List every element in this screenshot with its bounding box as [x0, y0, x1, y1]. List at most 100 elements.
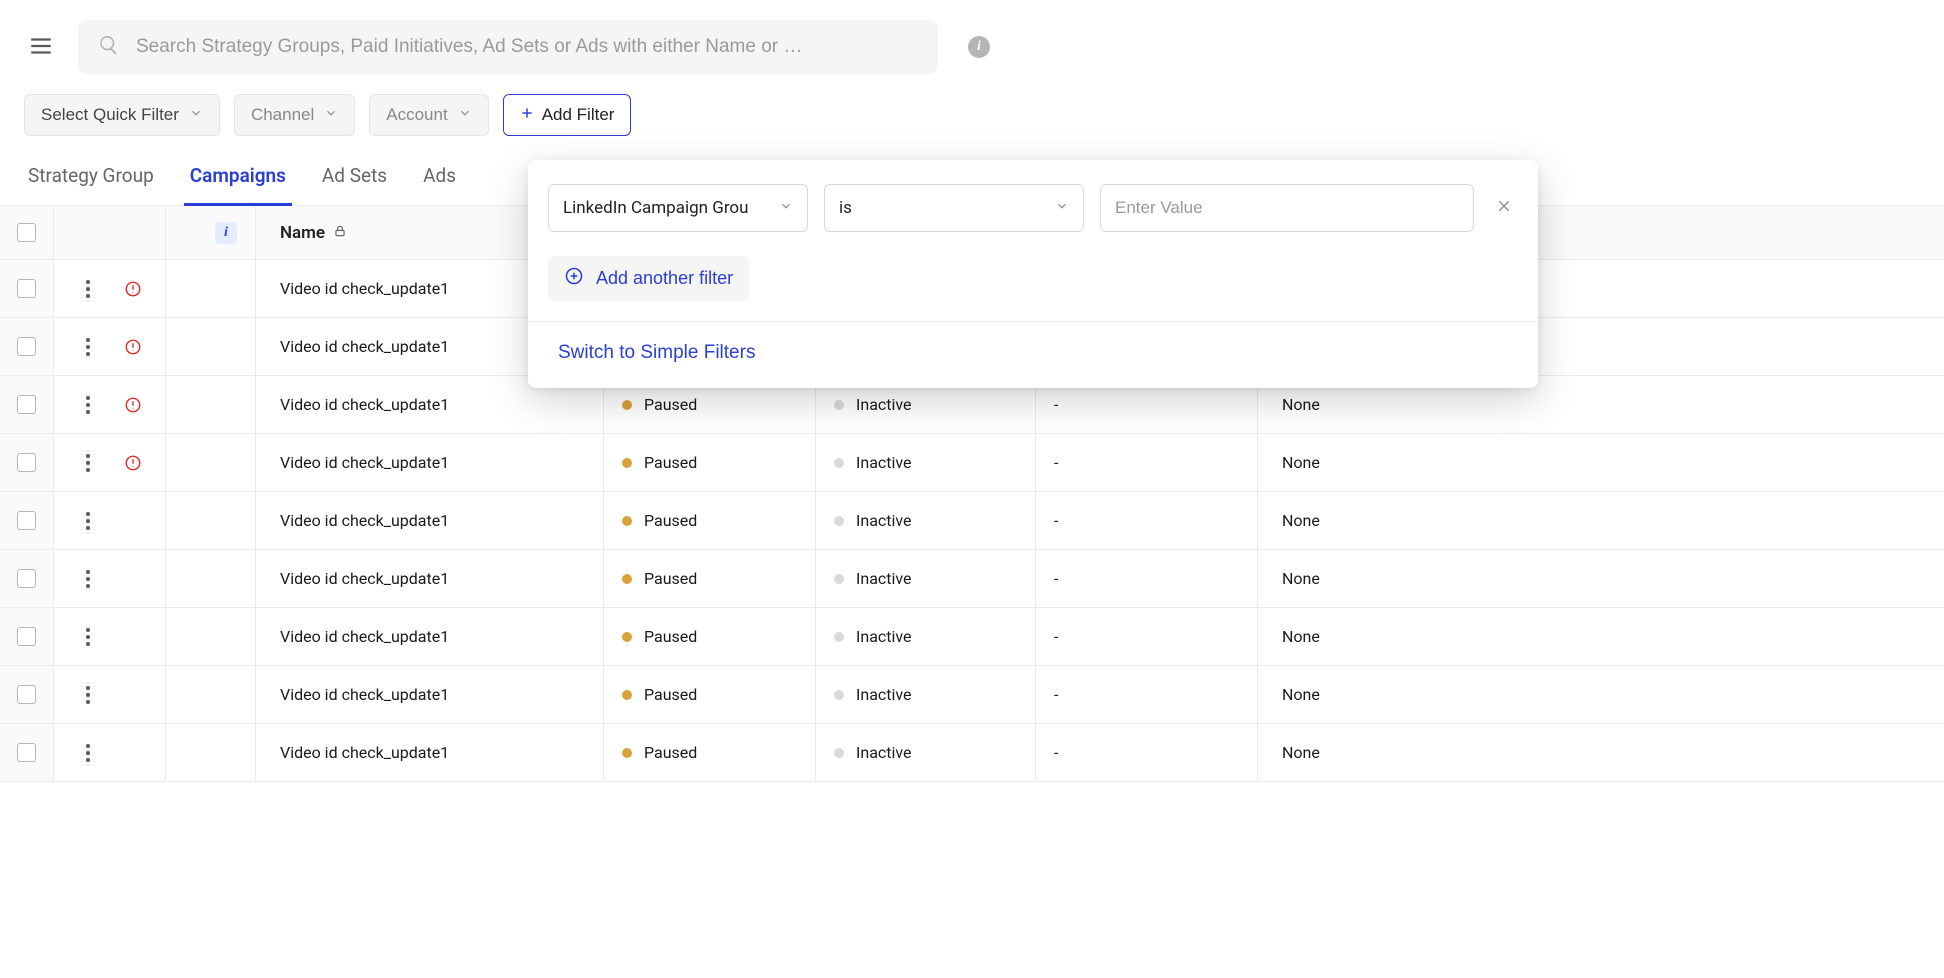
row-status2-cell: Inactive: [816, 492, 1036, 549]
switch-simple-filters-link[interactable]: Switch to Simple Filters: [558, 342, 755, 364]
row-status1-cell: Paused: [604, 724, 816, 781]
row-none: None: [1282, 685, 1320, 704]
row-menu-button[interactable]: [80, 680, 96, 710]
row-status1: Paused: [644, 627, 697, 646]
circle-plus-icon: [564, 266, 584, 291]
status-dot-inactive: [834, 748, 844, 758]
table-row: Video id check_update1 Paused Inactive - Non…: [0, 724, 1944, 782]
row-checkbox-cell: [0, 318, 54, 375]
row-name-cell[interactable]: Video id check_update1: [256, 608, 604, 665]
status-dot-inactive: [834, 690, 844, 700]
filter-value-input[interactable]: [1115, 198, 1459, 218]
row-none: None: [1282, 569, 1320, 588]
row-none: None: [1282, 743, 1320, 762]
chevron-down-icon: [324, 105, 338, 125]
row-checkbox[interactable]: [17, 279, 36, 298]
row-checkbox[interactable]: [17, 685, 36, 704]
row-dash-cell: -: [1036, 550, 1258, 607]
status-dot-inactive: [834, 458, 844, 468]
info-column-icon[interactable]: i: [215, 222, 237, 244]
row-menu-button[interactable]: [80, 332, 96, 362]
filter-condition-row: LinkedIn Campaign Grou is: [528, 184, 1538, 256]
row-checkbox-cell: [0, 434, 54, 491]
row-checkbox[interactable]: [17, 627, 36, 646]
row-info-cell: [166, 434, 256, 491]
row-status2: Inactive: [856, 743, 912, 762]
row-status1: Paused: [644, 569, 697, 588]
search-input[interactable]: [136, 36, 918, 58]
add-filter-button[interactable]: Add Filter: [503, 94, 632, 136]
tab-ads[interactable]: Ads: [419, 156, 460, 205]
table-row: Video id check_update1PausedInactive-Non…: [0, 492, 1944, 550]
row-checkbox[interactable]: [17, 569, 36, 588]
filter-field-value: LinkedIn Campaign Grou: [563, 198, 749, 218]
warning-icon[interactable]: [124, 338, 142, 356]
row-menu-button[interactable]: [80, 274, 96, 304]
row-name-cell[interactable]: Video id check_update1: [256, 434, 604, 491]
row-menu-button[interactable]: [80, 448, 96, 478]
info-icon[interactable]: i: [968, 36, 990, 58]
row-menu-button[interactable]: [80, 506, 96, 536]
select-all-checkbox[interactable]: [17, 223, 36, 242]
account-select[interactable]: Account: [369, 94, 488, 136]
status-dot-paused: [622, 574, 632, 584]
row-menu-button[interactable]: [80, 622, 96, 652]
row-status2: Inactive: [856, 569, 912, 588]
add-another-filter-button[interactable]: Add another filter: [548, 256, 749, 301]
row-checkbox[interactable]: [17, 395, 36, 414]
tab-strategy-group[interactable]: Strategy Group: [24, 156, 158, 205]
table-row: Video id check_update1PausedInactive-Non…: [0, 666, 1944, 724]
row-dash: -: [1054, 743, 1058, 762]
row-name-cell[interactable]: Video id check_update1: [256, 492, 604, 549]
header-checkbox-cell: [0, 206, 54, 259]
hamburger-button[interactable]: [24, 29, 58, 66]
row-status1-cell: Paused: [604, 666, 816, 723]
row-menu-button[interactable]: [80, 390, 96, 420]
row-checkbox[interactable]: [17, 743, 36, 762]
row-dash: -: [1054, 511, 1058, 530]
row-actions-cell: [54, 550, 166, 607]
chevron-down-icon: [458, 105, 472, 125]
row-none: None: [1282, 511, 1320, 530]
chevron-down-icon: [1055, 198, 1069, 218]
row-dash: -: [1054, 685, 1058, 704]
filter-value-input-wrapper: [1100, 184, 1474, 232]
row-checkbox[interactable]: [17, 337, 36, 356]
remove-filter-button[interactable]: [1490, 192, 1518, 224]
row-name-cell[interactable]: Video id check_update1: [256, 550, 604, 607]
row-checkbox[interactable]: [17, 453, 36, 472]
channel-select[interactable]: Channel: [234, 94, 355, 136]
row-actions-cell: [54, 666, 166, 723]
row-menu-button[interactable]: [80, 564, 96, 594]
row-dash-cell: -: [1036, 724, 1258, 781]
tab-campaigns[interactable]: Campaigns: [186, 156, 290, 205]
row-status2: Inactive: [856, 453, 912, 472]
row-status1: Paused: [644, 743, 697, 762]
row-name: Video id check_update1: [280, 569, 449, 588]
filter-operator-value: is: [839, 198, 852, 218]
row-dash-cell: -: [1036, 608, 1258, 665]
row-dash-cell: -: [1036, 666, 1258, 723]
row-none: None: [1282, 453, 1320, 472]
warning-icon[interactable]: [124, 280, 142, 298]
row-checkbox-cell: [0, 260, 54, 317]
row-name-cell[interactable]: Video id check_update1: [256, 666, 604, 723]
row-name: Video id check_update1: [280, 743, 449, 762]
row-checkbox[interactable]: [17, 511, 36, 530]
row-name-cell[interactable]: Video id check_update1: [256, 724, 604, 781]
tab-ad-sets[interactable]: Ad Sets: [318, 156, 391, 205]
warning-icon[interactable]: [124, 396, 142, 414]
row-info-cell: [166, 492, 256, 549]
row-status2: Inactive: [856, 627, 912, 646]
row-status1: Paused: [644, 685, 697, 704]
row-name: Video id check_update1: [280, 395, 449, 414]
filter-operator-select[interactable]: is: [824, 184, 1084, 232]
row-actions-cell: [54, 724, 166, 781]
quick-filter-select[interactable]: Select Quick Filter: [24, 94, 220, 136]
row-none-cell: None: [1258, 434, 1944, 491]
row-menu-button[interactable]: [80, 738, 96, 768]
row-info-cell: [166, 318, 256, 375]
row-status1-cell: Paused: [604, 550, 816, 607]
warning-icon[interactable]: [124, 454, 142, 472]
filter-field-select[interactable]: LinkedIn Campaign Grou: [548, 184, 808, 232]
